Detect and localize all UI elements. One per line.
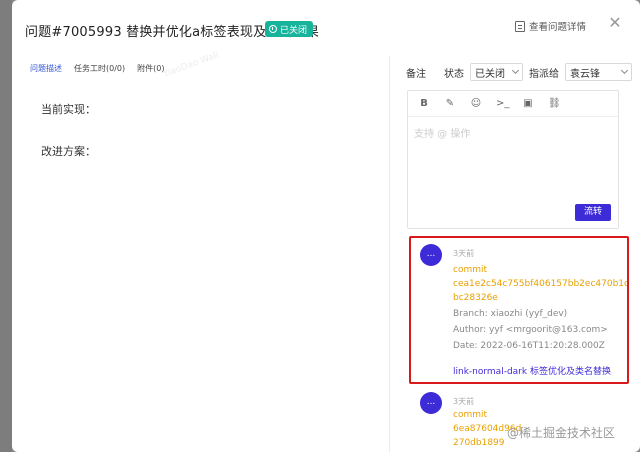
right-toolbar: 备注 状态 已关闭 指派给 袁云锋	[406, 62, 632, 82]
close-button[interactable]: ✕	[607, 15, 623, 31]
clock-icon	[269, 25, 277, 33]
view-detail-label: 查看问题详情	[529, 22, 587, 33]
comment-editor[interactable]: B ✎ ☺ >_ ▣ ⛓ 支持 @ 操作 流转	[407, 90, 619, 229]
assignee-label: 指派给	[529, 68, 559, 80]
submit-button[interactable]: 流转	[575, 204, 611, 221]
activity-item: ... 3天前 commit 6ea87604d96d 270db1899	[420, 392, 620, 452]
modal-header: 问题#7005993 替换并优化a标签表现及点击效果 已关闭 查看问题详情 ✕	[12, 0, 640, 56]
chevron-down-icon	[620, 66, 629, 75]
improvement-plan-text: 改进方案：	[41, 145, 96, 158]
tab-attachments[interactable]: 附件(0)	[137, 63, 164, 74]
note-label: 备注	[406, 68, 426, 80]
link-icon[interactable]: ⛓	[548, 98, 561, 109]
document-icon	[515, 20, 525, 32]
assignee-select[interactable]: 袁云锋	[565, 63, 632, 81]
background-strip	[0, 0, 12, 452]
issue-modal: 问题#7005993 替换并优化a标签表现及点击效果 已关闭 查看问题详情 ✕ …	[12, 0, 640, 452]
view-detail-link[interactable]: 查看问题详情	[515, 19, 586, 33]
bold-icon[interactable]: B	[418, 98, 430, 109]
status-select-value: 已关闭	[475, 68, 505, 80]
status-label: 状态	[444, 68, 464, 80]
panel-divider	[389, 56, 390, 452]
activity-time: 3天前	[453, 397, 475, 406]
tab-description[interactable]: 问题描述	[30, 63, 62, 74]
site-watermark: @稀土掘金技术社区	[507, 426, 616, 440]
tab-work-hours[interactable]: 任务工时(0/0)	[74, 63, 125, 74]
emoji-icon[interactable]: ☺	[470, 98, 482, 109]
close-icon: ✕	[608, 13, 622, 32]
status-select[interactable]: 已关闭	[470, 63, 523, 81]
left-tabs: 问题描述 任务工时(0/0) 附件(0)	[30, 63, 164, 74]
highlight-box	[409, 236, 629, 384]
image-icon[interactable]: ▣	[522, 98, 534, 109]
editor-placeholder: 支持 @ 操作	[414, 129, 471, 140]
pen-icon[interactable]: ✎	[444, 98, 456, 109]
commit-label: commit	[453, 410, 488, 420]
avatar: ...	[420, 392, 442, 414]
editor-toolbar: B ✎ ☺ >_ ▣ ⛓	[408, 91, 618, 117]
code-icon[interactable]: >_	[496, 98, 509, 109]
status-badge-label: 已关闭	[280, 25, 308, 36]
status-badge: 已关闭	[265, 21, 314, 37]
assignee-select-value: 袁云锋	[570, 68, 600, 80]
current-implementation-text: 当前实现：	[41, 103, 96, 116]
chevron-down-icon	[511, 66, 520, 75]
